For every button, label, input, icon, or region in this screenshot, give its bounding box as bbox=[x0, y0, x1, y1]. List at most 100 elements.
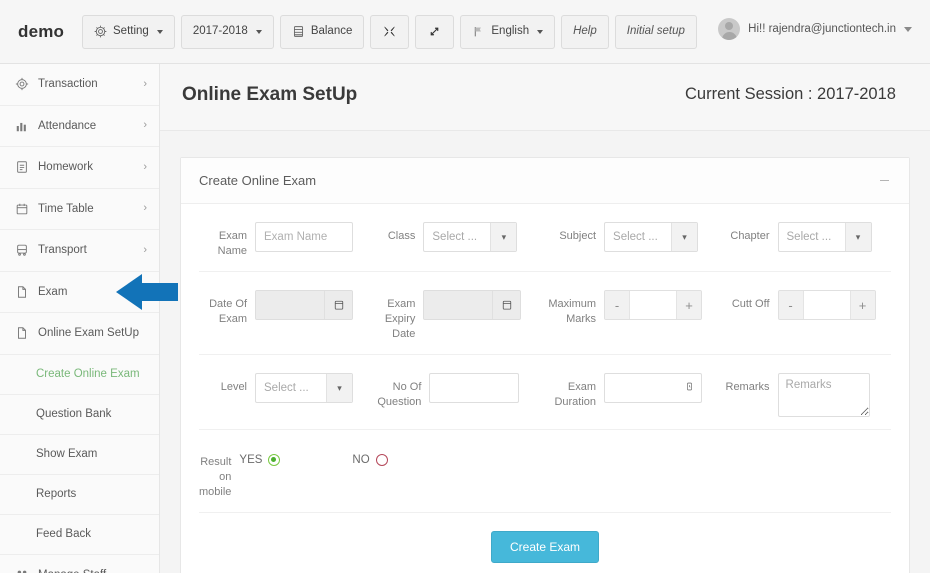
language-label: English bbox=[491, 24, 530, 37]
submit-row: Create Exam bbox=[199, 513, 891, 573]
chapter-select[interactable]: Select ... ▾ bbox=[777, 222, 872, 252]
calendar-icon[interactable] bbox=[324, 291, 352, 319]
toolbar-buttons: Setting 2017-2018 Balance English Help I… bbox=[82, 14, 697, 49]
form-row-1: Exam Name Class Select ... ▾ Subject bbox=[199, 204, 891, 272]
language-button[interactable]: English bbox=[460, 14, 556, 49]
sidebar-item-label: Homework bbox=[38, 161, 93, 174]
exam-expiry-date-input[interactable] bbox=[424, 291, 493, 319]
initial-setup-button[interactable]: Initial setup bbox=[614, 14, 697, 49]
radio-no-indicator[interactable] bbox=[375, 454, 388, 466]
chevron-down-icon bbox=[904, 26, 912, 32]
class-select-value: Select ... bbox=[432, 231, 478, 243]
chevron-down-icon bbox=[537, 29, 544, 34]
sidebar-item-homework[interactable]: Homework › bbox=[0, 147, 159, 189]
sidebar-item-label: Online Exam SetUp bbox=[38, 327, 139, 340]
field-chapter: Chapter Select ... ▾ bbox=[718, 222, 891, 252]
sidebar-item-manage-staff[interactable]: Manage Staff bbox=[0, 555, 159, 573]
radio-yes[interactable]: YES bbox=[239, 454, 281, 466]
sidebar-item-attendance[interactable]: Attendance › bbox=[0, 106, 159, 147]
setting-button[interactable]: Setting bbox=[82, 14, 175, 49]
card-body: Exam Name Class Select ... ▾ Subject bbox=[181, 204, 909, 573]
increment-button[interactable]: + bbox=[850, 291, 875, 319]
chart-icon bbox=[14, 118, 29, 133]
field-no-of-question: No Of Question bbox=[375, 373, 544, 410]
date-of-exam-input-group[interactable] bbox=[255, 290, 353, 320]
bus-icon bbox=[14, 243, 29, 258]
radio-no[interactable]: NO bbox=[352, 454, 388, 466]
cutt-off-input[interactable] bbox=[802, 291, 851, 319]
sidebar-item-time-table[interactable]: Time Table › bbox=[0, 189, 159, 230]
sidebar-item-transport[interactable]: Transport › bbox=[0, 230, 159, 272]
chapter-select-value: Select ... bbox=[786, 231, 832, 243]
field-date-of-exam: Date Of Exam bbox=[199, 290, 375, 327]
exam-expiry-date-label: Exam Expiry Date bbox=[384, 298, 416, 340]
cutt-off-stepper[interactable]: - + bbox=[777, 290, 876, 320]
no-of-question-input[interactable] bbox=[429, 373, 520, 403]
chevron-right-icon: › bbox=[143, 119, 147, 132]
exam-duration-label: Exam Duration bbox=[554, 381, 597, 408]
people-icon bbox=[14, 567, 29, 573]
chevron-right-icon: › bbox=[143, 160, 147, 173]
create-exam-button[interactable]: Create Exam bbox=[490, 531, 600, 563]
exam-name-input[interactable] bbox=[255, 222, 353, 252]
minimize-icon[interactable] bbox=[877, 174, 891, 188]
level-select[interactable]: Select ... ▾ bbox=[255, 373, 353, 403]
sidebar-item-feed-back[interactable]: Feed Back bbox=[0, 515, 159, 555]
chapter-label: Chapter bbox=[730, 230, 770, 242]
page-header: Online Exam SetUp Current Session : 2017… bbox=[160, 64, 930, 131]
main-content: Online Exam SetUp Current Session : 2017… bbox=[160, 64, 930, 573]
current-session-label: Current Session : 2017-2018 bbox=[685, 85, 896, 103]
sidebar-item-label: Show Exam bbox=[36, 448, 98, 460]
form-row-4: Result on mobile YES NO bbox=[199, 430, 891, 513]
expand-button[interactable] bbox=[415, 14, 455, 49]
cutt-off-label: Cutt Off bbox=[731, 298, 770, 310]
radio-yes-indicator[interactable] bbox=[268, 454, 281, 466]
sidebar-item-reports[interactable]: Reports bbox=[0, 475, 159, 515]
database-icon bbox=[292, 25, 305, 38]
result-on-mobile-radios: YES NO bbox=[239, 448, 388, 466]
sidebar-item-show-exam[interactable]: Show Exam bbox=[0, 435, 159, 475]
sidebar-item-label: Time Table bbox=[38, 202, 94, 215]
sidebar-item-exam[interactable]: Exam › bbox=[0, 272, 159, 313]
app-root: demo Setting 2017-2018 Balance English H… bbox=[0, 0, 930, 573]
user-menu[interactable]: Hi!! rajendra@junctiontech.in bbox=[710, 14, 920, 44]
maximum-marks-input[interactable] bbox=[629, 291, 678, 319]
chevron-down-icon: ▾ bbox=[671, 223, 698, 251]
subject-label: Subject bbox=[559, 230, 597, 242]
decrement-button[interactable]: - bbox=[778, 291, 803, 319]
calendar-icon[interactable] bbox=[492, 291, 521, 319]
chevron-down-icon: ▾ bbox=[844, 223, 871, 251]
sidebar-item-question-bank[interactable]: Question Bank bbox=[0, 395, 159, 435]
sidebar-item-label: Exam bbox=[38, 285, 68, 298]
exam-expiry-date-input-group[interactable] bbox=[423, 290, 522, 320]
exam-duration-input[interactable] bbox=[604, 373, 703, 403]
class-select[interactable]: Select ... ▾ bbox=[423, 222, 518, 252]
flag-icon bbox=[472, 25, 485, 38]
date-of-exam-input[interactable] bbox=[256, 291, 324, 319]
create-online-exam-card: Create Online Exam Exam Name Class Selec… bbox=[180, 157, 910, 573]
top-toolbar: demo Setting 2017-2018 Balance English H… bbox=[0, 0, 930, 64]
chevron-down-icon: ▾ bbox=[326, 374, 352, 402]
no-of-question-label: No Of Question bbox=[377, 381, 422, 408]
file-icon bbox=[14, 326, 29, 341]
sidebar-item-label: Transaction bbox=[38, 78, 98, 91]
sidebar-item-label: Create Online Exam bbox=[36, 368, 140, 380]
user-greeting: Hi!! rajendra@junctiontech.in bbox=[748, 23, 896, 35]
chevron-right-icon: › bbox=[143, 243, 147, 256]
increment-button[interactable]: + bbox=[677, 291, 702, 319]
subject-select-value: Select ... bbox=[613, 231, 658, 243]
sidebar-item-online-exam-setup[interactable]: Online Exam SetUp bbox=[0, 313, 159, 355]
doc-icon bbox=[14, 160, 29, 175]
sidebar-item-transaction[interactable]: Transaction › bbox=[0, 64, 159, 106]
exam-duration-wrapper bbox=[604, 373, 703, 403]
compress-button[interactable] bbox=[370, 14, 410, 49]
remarks-textarea[interactable] bbox=[777, 373, 870, 417]
session-year-button[interactable]: 2017-2018 bbox=[180, 14, 274, 49]
balance-button[interactable]: Balance bbox=[279, 14, 365, 49]
subject-select[interactable]: Select ... ▾ bbox=[604, 222, 699, 252]
setting-label: Setting bbox=[113, 24, 149, 37]
sidebar-item-create-online-exam[interactable]: Create Online Exam bbox=[0, 355, 159, 395]
maximum-marks-stepper[interactable]: - + bbox=[604, 290, 703, 320]
help-button[interactable]: Help bbox=[561, 14, 609, 49]
decrement-button[interactable]: - bbox=[605, 291, 630, 319]
